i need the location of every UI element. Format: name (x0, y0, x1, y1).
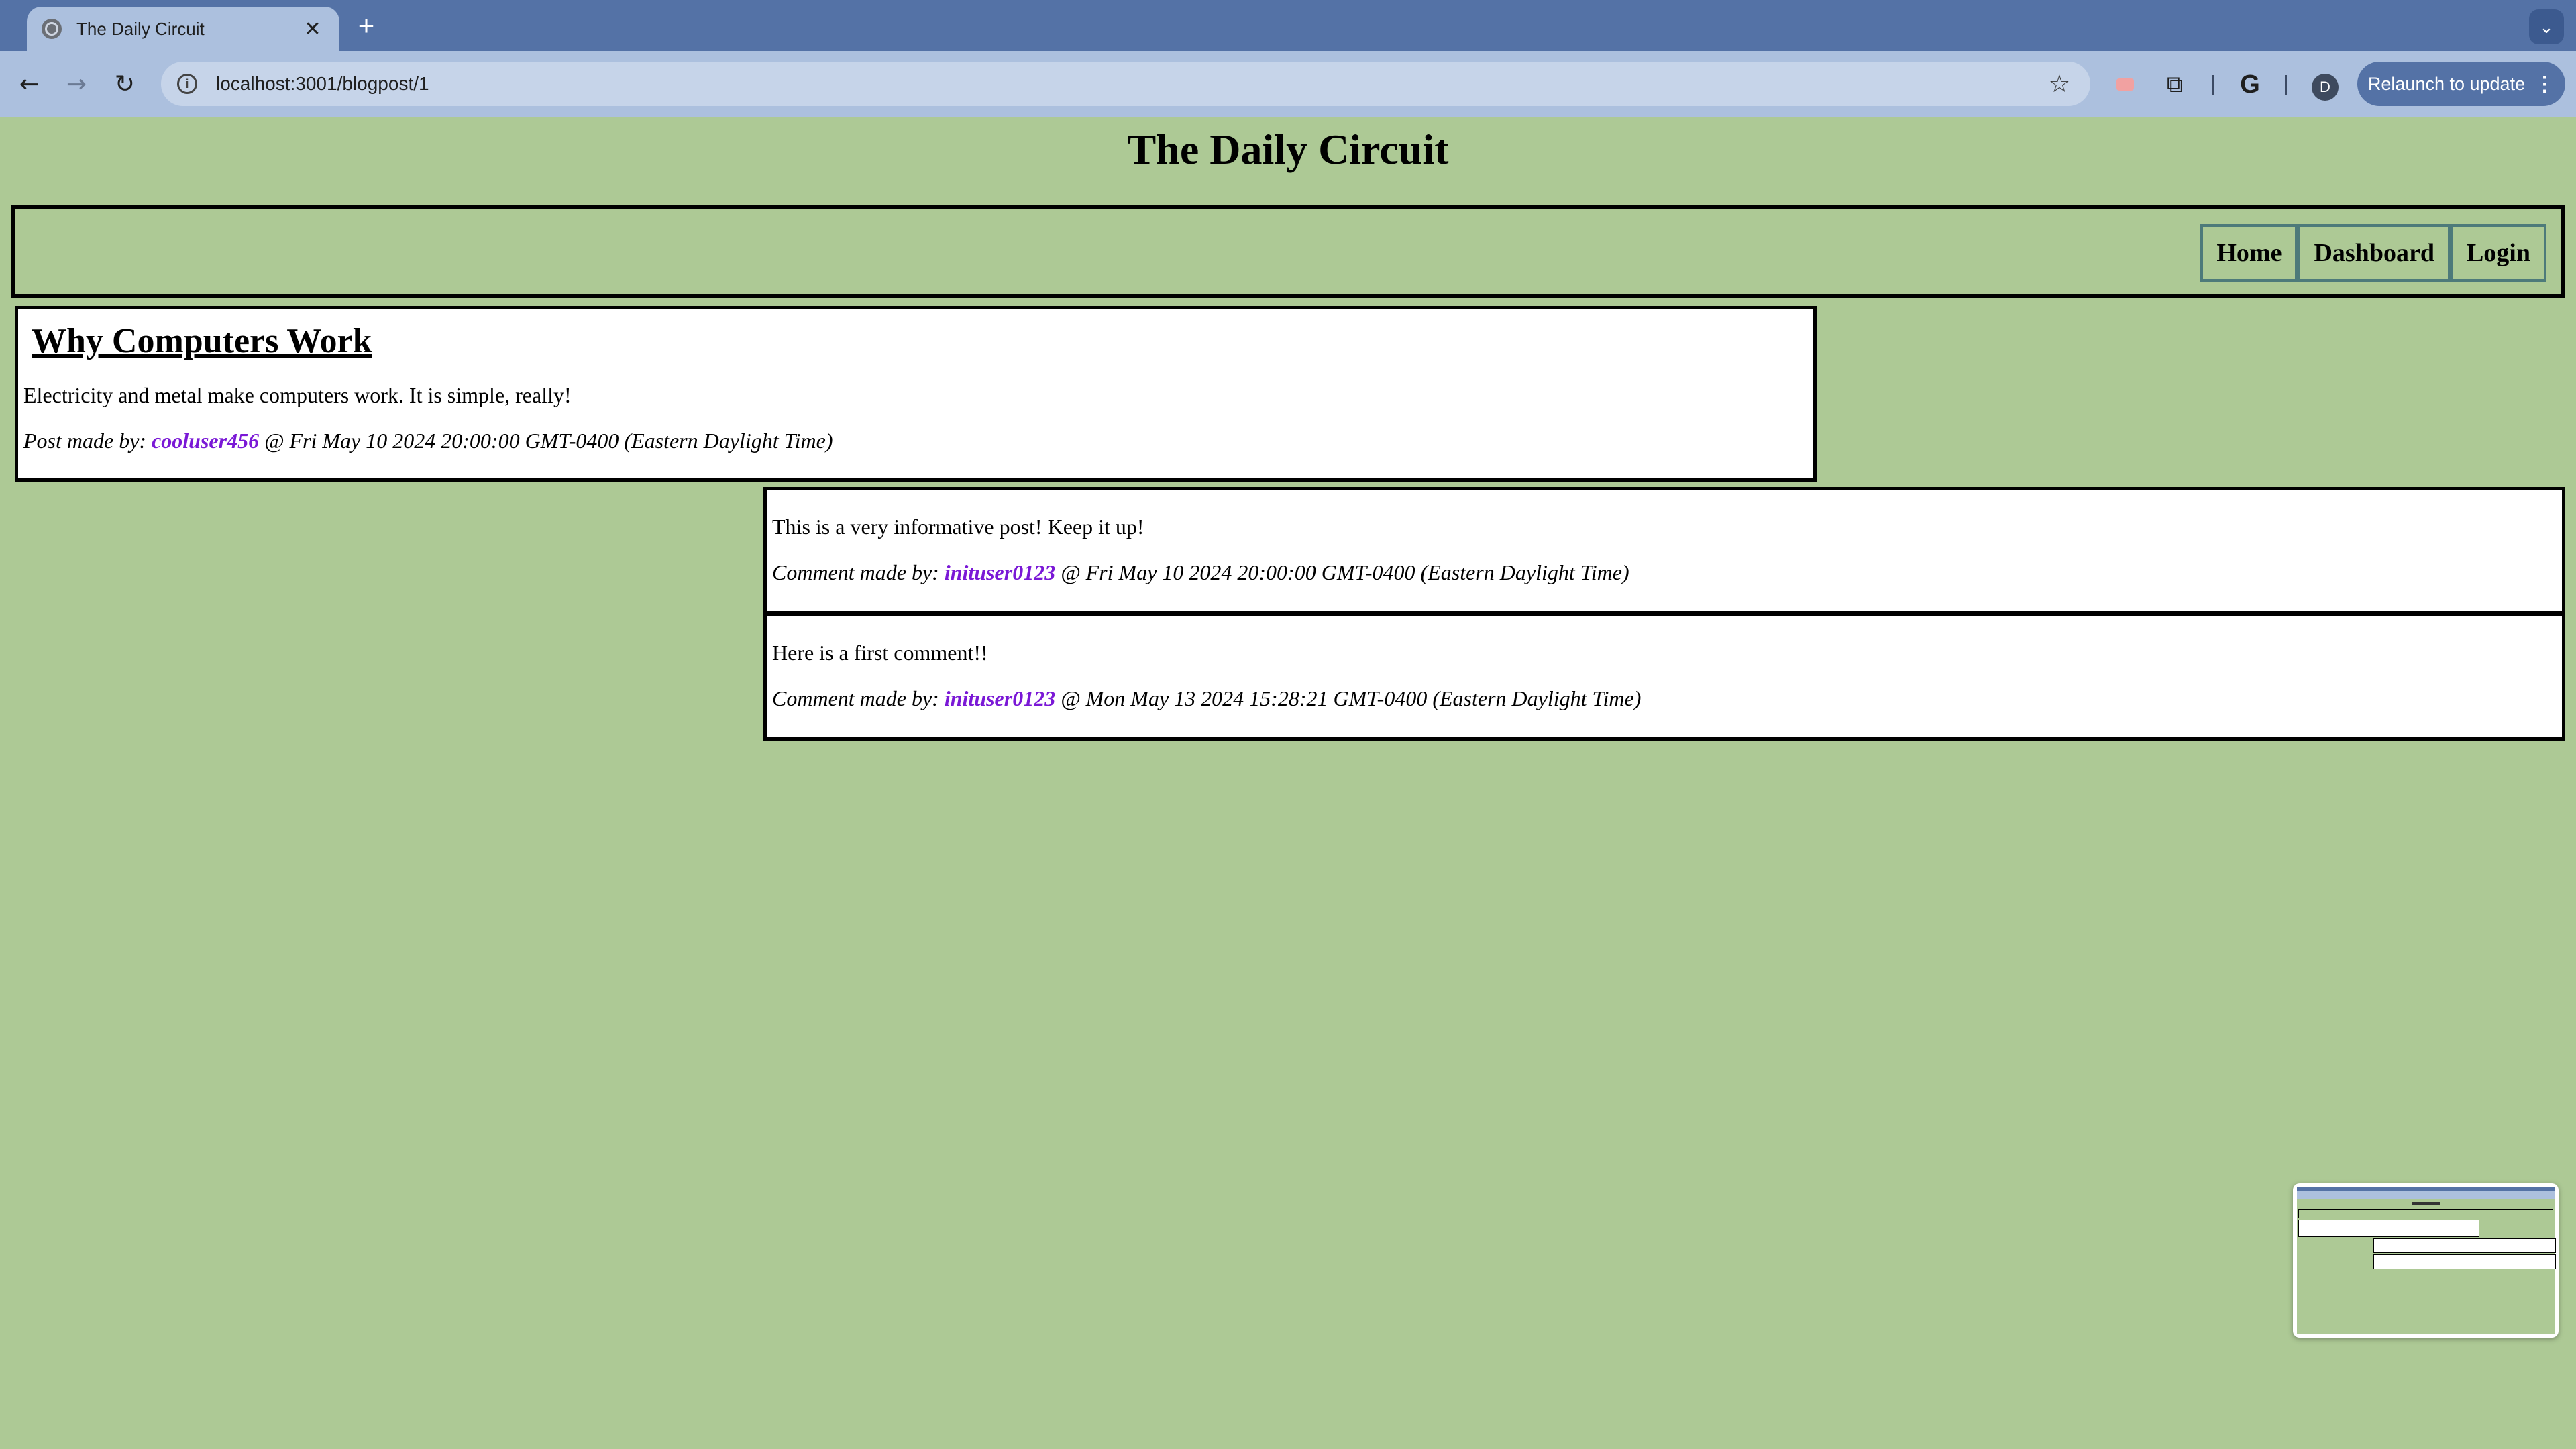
relaunch-label: Relaunch to update (2367, 73, 2526, 94)
browser-tab[interactable]: The Daily Circuit ✕ (27, 7, 339, 51)
nav-links: Home Dashboard Login (2200, 224, 2546, 282)
comment-author[interactable]: inituser0123 (945, 560, 1055, 584)
profile-avatar[interactable]: D (2312, 74, 2339, 101)
globe-icon (42, 19, 62, 39)
extensions-icon[interactable]: ⧉ (2159, 68, 2191, 101)
nav-dashboard-link[interactable]: Dashboard (2298, 224, 2451, 282)
thumbnail-post (2298, 1220, 2479, 1237)
comment-text: Here is a first comment!! (772, 641, 988, 665)
navbar: Home Dashboard Login (11, 205, 2565, 298)
comment: This is a very informative post! Keep it… (763, 487, 2565, 614)
reload-button[interactable]: ↻ (105, 64, 145, 105)
comment-meta: Comment made by: inituser0123 @ Fri May … (772, 560, 1629, 585)
nav-home-link[interactable]: Home (2200, 224, 2298, 282)
url-text[interactable]: localhost:3001/blogpost/1 (216, 73, 2049, 95)
post-author[interactable]: cooluser456 (152, 429, 259, 453)
site-info-icon[interactable]: i (177, 74, 197, 94)
record-extension-icon[interactable] (2112, 68, 2139, 101)
comment-meta-prefix: Comment made by: (772, 686, 945, 710)
address-bar[interactable]: i localhost:3001/blogpost/1 ☆ (161, 62, 2090, 106)
site-title: The Daily Circuit (1127, 125, 1449, 173)
thumbnail-navbar (2298, 1209, 2553, 1218)
google-icon[interactable]: G (2234, 68, 2266, 101)
blog-post: Why Computers Work Electricity and metal… (15, 306, 1817, 482)
thumbnail-comment (2373, 1238, 2556, 1253)
post-meta: Post made by: cooluser456 @ Fri May 10 2… (23, 429, 833, 453)
tab-title: The Daily Circuit (76, 18, 205, 39)
thumbnail-title (2297, 1202, 2555, 1206)
kebab-menu-icon[interactable]: ⋮ (2534, 72, 2555, 96)
thumbnail-comment (2373, 1254, 2556, 1269)
nav-login-link[interactable]: Login (2450, 224, 2546, 282)
forward-button[interactable]: → (56, 64, 97, 105)
close-icon[interactable]: ✕ (301, 17, 325, 41)
tab-search-button[interactable]: ⌄ (2529, 9, 2564, 44)
screenshot-thumbnail[interactable] (2293, 1183, 2559, 1338)
comment: Here is a first comment!! Comment made b… (763, 613, 2565, 741)
comment-author[interactable]: inituser0123 (945, 686, 1055, 710)
thumbnail-preview (2297, 1187, 2556, 1334)
post-body: Electricity and metal make computers wor… (23, 383, 572, 407)
comment-meta-prefix: Comment made by: (772, 560, 945, 584)
toolbar-divider (2285, 75, 2287, 95)
back-button[interactable]: ← (9, 64, 50, 105)
thumbnail-chrome (2297, 1187, 2555, 1199)
post-meta-prefix: Post made by: (23, 429, 152, 453)
comment-meta: Comment made by: inituser0123 @ Mon May … (772, 686, 1641, 711)
comment-date: @ Fri May 10 2024 20:00:00 GMT-0400 (Eas… (1055, 560, 1629, 584)
toolbar-divider (2212, 75, 2214, 95)
comment-text: This is a very informative post! Keep it… (772, 515, 1144, 539)
comment-date: @ Mon May 13 2024 15:28:21 GMT-0400 (Eas… (1055, 686, 1642, 710)
browser-chrome: The Daily Circuit ✕ + ⌄ ← → ↻ i localhos… (0, 0, 2576, 117)
bookmark-star-icon[interactable]: ☆ (2049, 70, 2070, 98)
post-date: @ Fri May 10 2024 20:00:00 GMT-0400 (Eas… (259, 429, 833, 453)
browser-toolbar: ← → ↻ i localhost:3001/blogpost/1 ☆ ⧉ G … (0, 51, 2576, 117)
post-title[interactable]: Why Computers Work (32, 321, 372, 361)
relaunch-button[interactable]: Relaunch to update ⋮ (2357, 62, 2565, 106)
new-tab-button[interactable]: + (350, 9, 382, 42)
